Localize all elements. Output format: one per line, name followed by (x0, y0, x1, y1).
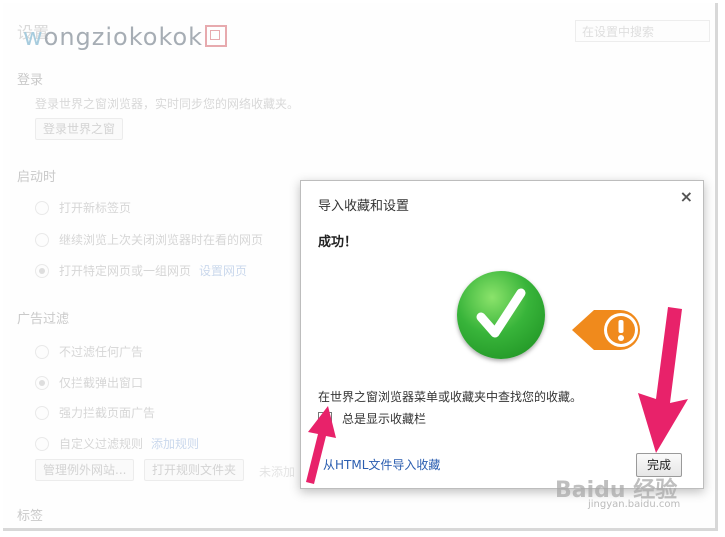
radio-icon[interactable] (35, 263, 49, 278)
startup-option-continue[interactable]: 继续浏览上次关闭浏览器时在看的网页 (35, 231, 263, 248)
section-login-heading: 登录 (17, 73, 44, 88)
adblock-option-strong[interactable]: 强力拦截页面广告 (35, 404, 155, 421)
login-button[interactable]: 登录世界之窗 (35, 118, 124, 140)
adblock-option-popups[interactable]: 仅拦截弹出窗口 (35, 374, 143, 391)
search-input[interactable]: 在设置中搜索 (575, 20, 710, 42)
adblock-option-custom[interactable]: 自定义过滤规则 添加规则 (35, 435, 199, 452)
section-startup-heading: 启动时 (17, 170, 57, 185)
watermark-url: jingyan.baidu.com (588, 499, 681, 510)
dialog-title: 导入收藏和设置 (318, 199, 410, 214)
radio-icon[interactable] (35, 232, 49, 247)
not-added-text: 未添加 (259, 465, 296, 479)
open-rules-folder-button[interactable]: 打开规则文件夹 (144, 459, 245, 481)
login-description: 登录世界之窗浏览器，实时同步您的网络收藏夹。 (35, 97, 300, 111)
section-tags-heading: 标签 (17, 509, 44, 524)
success-check-icon (457, 271, 545, 359)
radio-icon[interactable] (35, 200, 49, 215)
adblock-option-none[interactable]: 不过滤任何广告 (35, 343, 143, 360)
startup-option-specific[interactable]: 打开特定网页或一组网页 设置网页 (35, 262, 247, 279)
manage-exceptions-button[interactable]: 管理例外网站... (35, 459, 135, 481)
radio-icon[interactable] (35, 436, 49, 451)
arrow-to-done-icon (638, 307, 688, 453)
section-adblock-heading: 广告过滤 (17, 312, 70, 327)
logo: wongziokokok (23, 23, 228, 51)
radio-icon[interactable] (35, 375, 49, 390)
add-rule-link[interactable]: 添加规则 (151, 435, 199, 452)
close-icon[interactable]: × (680, 187, 693, 206)
success-message: 成功！ (318, 235, 358, 250)
radio-icon[interactable] (35, 344, 49, 359)
startup-option-newtab[interactable]: 打开新标签页 (35, 199, 131, 216)
info-text: 在世界之窗浏览器菜单或收藏夹中查找您的收藏。 (318, 390, 583, 404)
radio-icon[interactable] (35, 405, 49, 420)
set-pages-link[interactable]: 设置网页 (199, 262, 247, 279)
arrow-to-checkbox-icon (306, 406, 336, 484)
